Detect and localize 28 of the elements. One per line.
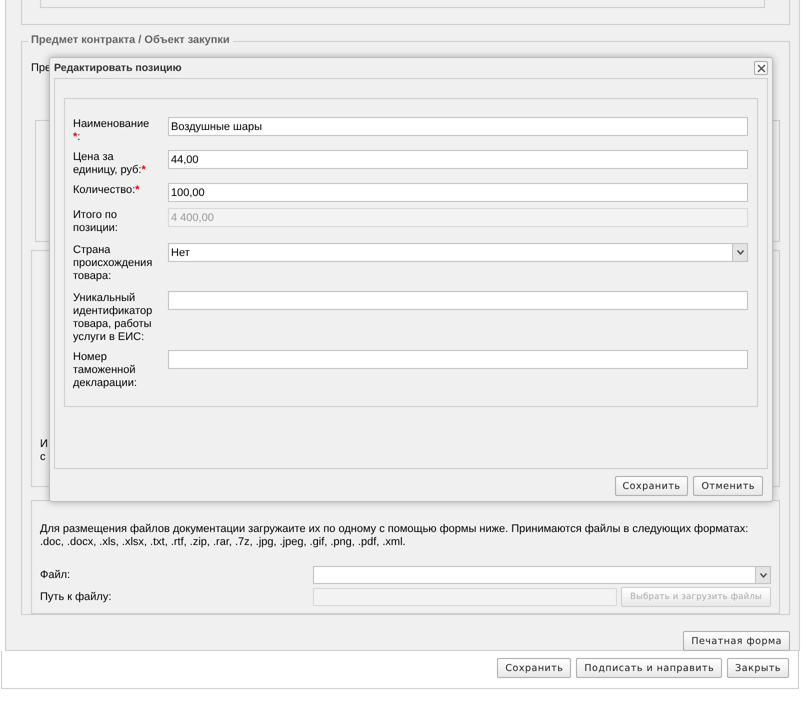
file-formats: .doc, .docx, .xls, .xlsx, .txt, .rtf, .zip, .rar, .7z, .jpg, .jpeg, .gif, .png, .pdf, .xml. (40, 536, 407, 549)
field-label: Количество:* (73, 183, 140, 197)
field-label: Цена за единицу, руб:* (73, 150, 147, 177)
input-field[interactable] (168, 291, 748, 310)
note-text: с (40, 451, 46, 464)
field-label: Наименование *: (73, 117, 150, 144)
footer-button[interactable]: Подписать и направить (576, 658, 722, 678)
field-label: Файл: (40, 569, 72, 581)
note-text: И (40, 438, 49, 451)
dialog-title: Редактировать позицию (54, 62, 182, 74)
field-label: Номер таможенной декларации: (73, 350, 138, 390)
print-form-button[interactable]: Печатная форма (683, 631, 790, 651)
footer-button[interactable]: Сохранить (497, 658, 572, 678)
dialog-button[interactable]: Сохранить (614, 476, 688, 496)
country-select[interactable]: Нет (168, 243, 748, 262)
input-field[interactable]: 44,00 (168, 150, 748, 169)
input-field[interactable] (168, 350, 748, 369)
field-label: Путь к файлу: (40, 591, 112, 603)
field-label: Страна происхождения товара: (73, 243, 154, 283)
upload-instructions: Для размещения файлов документации загружаите их по одному с помощью формы ниже. Принимаются файлы в следующих форматах: (40, 523, 750, 536)
dialog-button[interactable]: Отменить (693, 476, 763, 496)
input-field[interactable]: 100,00 (168, 183, 748, 202)
field-label: Уникальный идентификатор товара, работы услуги в ЕИС: (73, 291, 154, 344)
input-field[interactable]: Воздушные шары (168, 117, 748, 136)
close-icon[interactable] (754, 61, 768, 75)
field-label: Итого по позиции: (73, 208, 119, 235)
section-legend: Предмет контракта / Объект закупки (28, 34, 233, 46)
footer-button[interactable]: Закрыть (727, 658, 789, 678)
